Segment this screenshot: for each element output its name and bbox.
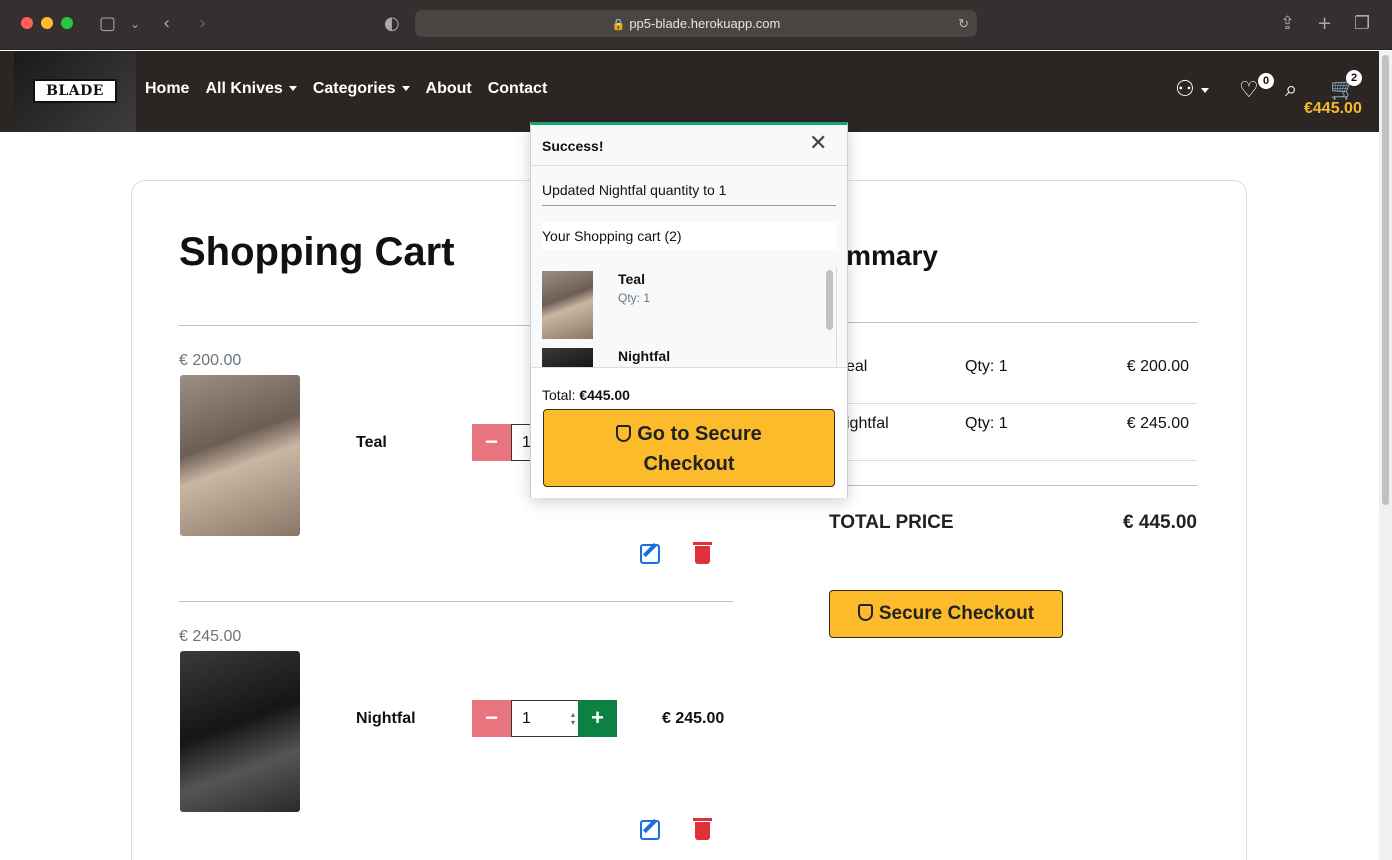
sidebar-toggle-icon[interactable]: ▢ xyxy=(99,13,116,35)
toast-thumb-teal xyxy=(542,271,593,339)
item-name: Nightfal xyxy=(356,710,416,727)
nav-all-knives[interactable]: All Knives xyxy=(205,80,297,98)
toast-total-label: Total: xyxy=(542,387,576,403)
summary-item-name: eal xyxy=(846,358,868,375)
divider xyxy=(542,205,836,206)
item-unit-price: € 245.00 xyxy=(179,628,242,645)
toast-total: Total: €445.00 xyxy=(542,387,630,403)
caret-down-icon xyxy=(401,86,410,92)
toast-item-name: Teal xyxy=(618,271,645,287)
browser-toolbar: ▢ ⌄ ‹ › ◐ 🔒 pp5-blade.herokuapp.com ↻ ⇪ +… xyxy=(0,0,1392,50)
new-tab-icon[interactable]: + xyxy=(1317,13,1332,35)
divider xyxy=(829,460,1197,461)
divider xyxy=(829,485,1197,486)
increase-qty-button[interactable]: + xyxy=(578,700,617,737)
summary-item-qty: Qty: 1 xyxy=(965,415,1008,432)
zoom-window-button[interactable] xyxy=(61,17,73,29)
divider xyxy=(829,322,1197,323)
summary-item-price: € 200.00 xyxy=(1126,358,1189,375)
item-name: Teal xyxy=(356,434,387,451)
toast-title: Success! xyxy=(542,138,604,154)
tab-overview-icon[interactable]: ❐ xyxy=(1354,13,1370,35)
shield-icon xyxy=(857,604,873,621)
forward-icon[interactable]: › xyxy=(199,13,206,35)
nav-about[interactable]: About xyxy=(426,80,472,98)
chevron-down-icon[interactable]: ⌄ xyxy=(130,13,140,35)
product-image-teal[interactable] xyxy=(180,375,300,536)
summary-item-qty: Qty: 1 xyxy=(965,358,1008,375)
checkout-label-line2: Checkout xyxy=(643,453,735,475)
search-icon[interactable]: ⌕ xyxy=(1285,77,1297,102)
toast-total-value: €445.00 xyxy=(579,387,630,403)
wishlist-count-badge: 0 xyxy=(1258,73,1274,89)
url-text: pp5-blade.herokuapp.com xyxy=(629,16,781,31)
divider xyxy=(829,403,1197,404)
share-icon[interactable]: ⇪ xyxy=(1280,13,1295,35)
toast-footer: Total: €445.00 Go to Secure Checkout xyxy=(531,367,847,498)
toast-header: Success! ✕ xyxy=(531,125,847,166)
summary-item-name: ightfal xyxy=(846,415,889,432)
go-to-checkout-button[interactable]: Go to Secure Checkout xyxy=(543,409,835,487)
caret-down-icon xyxy=(1200,87,1209,93)
logo: BLADE xyxy=(33,79,117,103)
qty-input[interactable]: 1 ▴ ▾ xyxy=(511,700,579,737)
decrease-qty-button[interactable]: − xyxy=(472,700,511,737)
trash-icon[interactable] xyxy=(693,542,712,564)
close-window-button[interactable] xyxy=(21,17,33,29)
spinner-icon[interactable]: ▴ ▾ xyxy=(571,711,575,727)
scrollbar-thumb[interactable] xyxy=(1382,55,1389,505)
minimize-window-button[interactable] xyxy=(41,17,53,29)
trash-icon[interactable] xyxy=(693,818,712,840)
toast-cart-list[interactable]: Teal Qty: 1 Nightfal xyxy=(542,267,837,367)
logo-link[interactable]: BLADE xyxy=(14,51,136,132)
edit-icon[interactable] xyxy=(640,820,660,840)
toast-item-name: Nightfal xyxy=(618,348,671,364)
secure-checkout-button[interactable]: Secure Checkout xyxy=(829,590,1063,638)
success-toast: Success! ✕ Updated Nightfal quantity to … xyxy=(530,122,848,498)
page-title: Shopping Cart xyxy=(179,230,455,274)
lock-icon: 🔒 xyxy=(611,19,626,31)
summary-item-price: € 245.00 xyxy=(1126,415,1189,432)
qty-value: 1 xyxy=(522,710,531,727)
item-unit-price: € 200.00 xyxy=(179,352,242,369)
toast-message: Updated Nightfal quantity to 1 xyxy=(542,182,727,198)
user-icon: ⚇ xyxy=(1175,77,1195,102)
nav-categories[interactable]: Categories xyxy=(313,80,410,98)
caret-down-icon xyxy=(288,86,297,92)
privacy-shield-icon[interactable]: ◐ xyxy=(384,13,400,35)
item-line-total: € 245.00 xyxy=(662,710,725,727)
toast-thumb-nightfal xyxy=(542,348,593,367)
cart-count-badge: 2 xyxy=(1346,70,1362,86)
total-price-value: € 445.00 xyxy=(1123,512,1197,533)
address-bar[interactable]: 🔒 pp5-blade.herokuapp.com ↻ xyxy=(415,10,977,37)
wishlist-icon[interactable]: ♡ xyxy=(1239,78,1259,103)
site-navbar: BLADE Home All Knives Categories About C… xyxy=(0,51,1379,132)
cart-total-amount[interactable]: €445.00 xyxy=(1304,100,1362,118)
decrease-qty-button[interactable]: − xyxy=(472,424,511,461)
nav-contact[interactable]: Contact xyxy=(488,80,548,98)
divider xyxy=(179,601,733,602)
page-scrollbar[interactable] xyxy=(1379,51,1392,860)
toast-cart-heading: Your Shopping cart (2) xyxy=(542,222,836,250)
edit-icon[interactable] xyxy=(640,544,660,564)
nav-all-knives-label: All Knives xyxy=(205,80,283,97)
nav-categories-label: Categories xyxy=(312,80,396,97)
product-image-nightfal[interactable] xyxy=(180,651,300,812)
nav-home[interactable]: Home xyxy=(145,80,189,98)
toast-list-scrollbar[interactable] xyxy=(826,270,833,330)
account-menu[interactable]: ⚇ xyxy=(1175,77,1209,102)
back-icon[interactable]: ‹ xyxy=(163,13,170,35)
close-icon[interactable]: ✕ xyxy=(809,133,827,155)
checkout-label-line1: Go to Secure xyxy=(637,423,762,445)
total-price-label: TOTAL PRICE xyxy=(829,512,954,533)
reload-icon[interactable]: ↻ xyxy=(958,10,969,37)
nav-links: Home All Knives Categories About Contact xyxy=(145,80,563,98)
secure-checkout-label: Secure Checkout xyxy=(878,603,1035,624)
shield-icon xyxy=(616,425,632,442)
toast-item-qty: Qty: 1 xyxy=(618,291,651,305)
